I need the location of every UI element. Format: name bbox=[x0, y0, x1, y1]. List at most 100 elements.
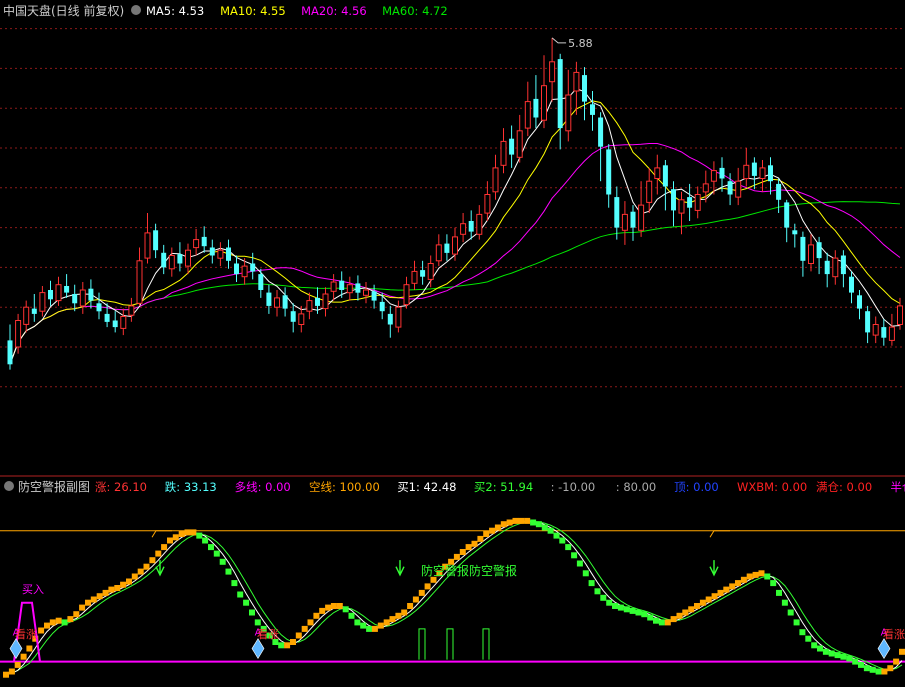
candle[interactable] bbox=[266, 284, 272, 314]
candle[interactable] bbox=[710, 161, 717, 195]
candle[interactable] bbox=[355, 275, 361, 301]
candle[interactable] bbox=[330, 274, 337, 301]
candle[interactable] bbox=[646, 167, 653, 213]
candle-body bbox=[492, 167, 499, 193]
candle[interactable] bbox=[168, 247, 175, 277]
candle[interactable] bbox=[136, 247, 143, 306]
candle[interactable] bbox=[484, 181, 491, 221]
candle[interactable] bbox=[598, 112, 604, 182]
candle[interactable] bbox=[201, 226, 207, 253]
candle[interactable] bbox=[743, 148, 750, 187]
candle[interactable] bbox=[621, 201, 628, 245]
candle[interactable] bbox=[654, 154, 661, 195]
candle[interactable] bbox=[48, 280, 53, 306]
candle[interactable] bbox=[872, 316, 879, 344]
candle[interactable] bbox=[500, 128, 507, 174]
candle[interactable] bbox=[816, 236, 822, 275]
candle[interactable] bbox=[128, 297, 135, 322]
chevron-down-icon[interactable] bbox=[4, 481, 14, 491]
candle[interactable] bbox=[678, 191, 685, 235]
candle[interactable] bbox=[452, 227, 458, 261]
candle[interactable] bbox=[832, 250, 839, 285]
candle[interactable] bbox=[800, 231, 806, 277]
alarm-pulse bbox=[446, 628, 454, 660]
candle[interactable] bbox=[492, 154, 499, 200]
candle[interactable] bbox=[363, 282, 369, 304]
candle[interactable] bbox=[694, 186, 701, 219]
candle[interactable] bbox=[185, 243, 191, 275]
candle[interactable] bbox=[387, 305, 393, 338]
candle[interactable] bbox=[533, 75, 539, 129]
candle[interactable] bbox=[565, 69, 572, 142]
candle[interactable] bbox=[161, 244, 167, 275]
candle[interactable] bbox=[250, 252, 256, 280]
candle[interactable] bbox=[144, 213, 151, 264]
candle[interactable] bbox=[64, 274, 70, 298]
candle[interactable] bbox=[193, 229, 200, 256]
candle[interactable] bbox=[824, 252, 830, 288]
candle[interactable] bbox=[638, 181, 645, 237]
candle[interactable] bbox=[857, 290, 862, 320]
candle[interactable] bbox=[476, 205, 483, 240]
candle[interactable] bbox=[524, 81, 531, 137]
candle[interactable] bbox=[346, 276, 353, 301]
candle[interactable] bbox=[865, 305, 871, 344]
candle[interactable] bbox=[120, 308, 127, 336]
candle[interactable] bbox=[88, 279, 94, 309]
candle[interactable] bbox=[735, 167, 742, 206]
candle-body bbox=[282, 295, 288, 309]
candle[interactable] bbox=[460, 213, 467, 243]
candle[interactable] bbox=[39, 286, 46, 317]
peak-flag bbox=[151, 530, 172, 538]
candle[interactable] bbox=[411, 260, 418, 290]
candle[interactable] bbox=[435, 234, 442, 267]
candle[interactable] bbox=[557, 53, 563, 150]
candle[interactable] bbox=[153, 223, 159, 259]
candle[interactable] bbox=[395, 300, 402, 333]
candle[interactable] bbox=[274, 290, 280, 317]
candle[interactable] bbox=[808, 234, 814, 272]
candle[interactable] bbox=[468, 210, 474, 240]
candle[interactable] bbox=[79, 282, 86, 314]
candle[interactable] bbox=[759, 160, 766, 192]
candle[interactable] bbox=[23, 300, 30, 333]
candle[interactable] bbox=[444, 234, 450, 261]
candle[interactable] bbox=[31, 294, 37, 322]
oscillator-block bbox=[494, 524, 501, 531]
candle[interactable] bbox=[573, 61, 580, 115]
candle[interactable] bbox=[881, 319, 887, 346]
candle[interactable] bbox=[258, 268, 264, 298]
candle[interactable] bbox=[590, 91, 595, 131]
candle[interactable] bbox=[96, 292, 102, 320]
candle[interactable] bbox=[606, 144, 612, 208]
candle[interactable] bbox=[217, 242, 224, 267]
candle[interactable] bbox=[687, 183, 693, 221]
candle[interactable] bbox=[322, 287, 329, 317]
candle[interactable] bbox=[226, 239, 231, 269]
candle[interactable] bbox=[282, 287, 288, 317]
candle[interactable] bbox=[768, 157, 773, 195]
candle[interactable] bbox=[582, 67, 587, 121]
candle[interactable] bbox=[840, 250, 846, 288]
candlestick-plot[interactable]: 5.88 bbox=[7, 37, 903, 370]
candle[interactable] bbox=[112, 311, 118, 333]
candle[interactable] bbox=[306, 292, 313, 320]
candle[interactable] bbox=[516, 114, 523, 163]
candle[interactable] bbox=[234, 255, 239, 283]
candle[interactable] bbox=[541, 55, 547, 129]
candle[interactable] bbox=[549, 37, 556, 102]
candle[interactable] bbox=[849, 271, 854, 304]
chevron-down-icon[interactable] bbox=[131, 5, 141, 15]
candle[interactable] bbox=[630, 205, 636, 241]
candle[interactable] bbox=[379, 292, 385, 320]
candle[interactable] bbox=[403, 276, 410, 309]
candle[interactable] bbox=[420, 260, 426, 285]
indicator-plot[interactable]: 防空警报防空警报买入A看涨 A看涨 A看涨 bbox=[0, 517, 905, 678]
candle[interactable] bbox=[209, 239, 215, 264]
candle[interactable] bbox=[7, 324, 13, 370]
candle[interactable] bbox=[784, 199, 790, 243]
candle[interactable] bbox=[509, 125, 515, 168]
candle[interactable] bbox=[662, 160, 668, 211]
candle[interactable] bbox=[614, 186, 620, 240]
candle[interactable] bbox=[888, 313, 895, 346]
